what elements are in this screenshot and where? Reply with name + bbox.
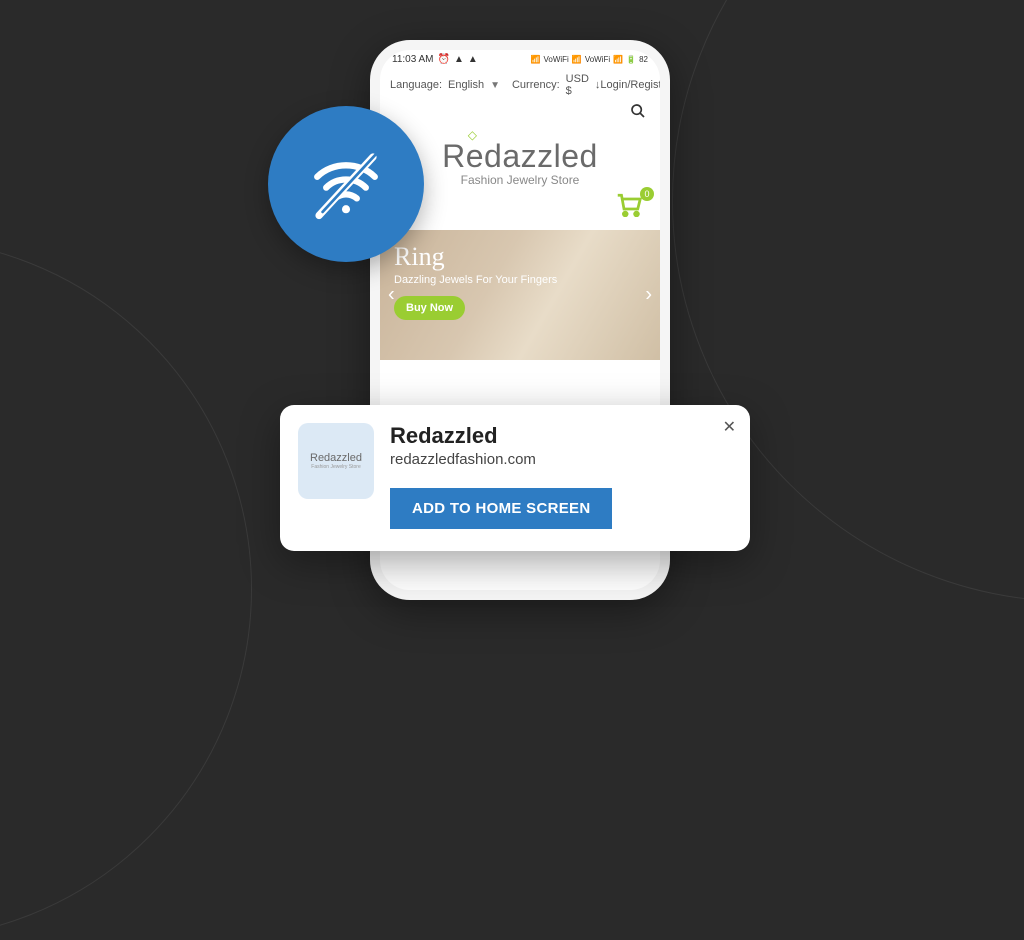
dialog-app-name: Redazzled [390,423,732,449]
language-selector[interactable]: English [448,79,484,91]
add-to-home-button[interactable]: ADD TO HOME SCREEN [390,488,612,529]
wifi-icon: 📶 [613,55,623,64]
signal-icon: 📶 [531,55,541,64]
vowifi-icon: VoWiFi [585,55,610,64]
add-to-home-dialog: ✕ Redazzled Fashion Jewelry Store Redazz… [280,405,750,551]
app-icon: Redazzled Fashion Jewelry Store [298,423,374,499]
top-bar: Language: English ▼ Currency: USD $ ↓Log… [380,69,660,101]
warning-icon: ▲ [468,54,478,65]
currency-label: Currency: [512,79,560,91]
warning-icon: ▲ [454,54,464,65]
carousel-prev-icon[interactable]: ‹ [388,284,395,307]
carousel-next-icon[interactable]: › [645,284,652,307]
signal-icon: 📶 [572,55,582,64]
logo-letter-accent: e [466,138,484,174]
close-icon: ✕ [723,419,736,436]
cart-button[interactable]: 0 [614,191,644,224]
buy-now-button[interactable]: Buy Now [394,296,465,320]
chevron-down-icon[interactable]: ▼ [490,80,500,91]
battery-level: 82 [639,55,648,64]
offline-badge [268,106,424,262]
close-button[interactable]: ✕ [723,417,736,437]
language-label: Language: [390,79,442,91]
search-icon[interactable] [630,103,646,124]
hero-title: Ring [394,242,646,272]
logo-letter: R [442,138,466,174]
app-icon-sub: Fashion Jewelry Store [311,464,360,470]
app-icon-title: Redazzled [310,452,362,464]
battery-icon: 🔋 [626,55,636,64]
status-bar: 11:03 AM ⏰ ▲ ▲ 📶 VoWiFi 📶 VoWiFi 📶 🔋 82 [380,50,660,69]
logo-rest: dazzled [484,138,598,174]
cart-count-badge: 0 [640,187,654,201]
hero-banner: Ring Dazzling Jewels For Your Fingers Bu… [380,230,660,360]
vowifi-icon: VoWiFi [544,55,569,64]
wifi-off-icon [301,139,391,229]
dialog-domain: redazzledfashion.com [390,451,732,468]
hero-subtitle: Dazzling Jewels For Your Fingers [394,274,646,286]
currency-selector[interactable]: USD $ [566,73,589,97]
alarm-icon: ⏰ [438,54,450,65]
login-link[interactable]: ↓Login/Register [595,79,670,91]
status-time: 11:03 AM [392,54,434,65]
